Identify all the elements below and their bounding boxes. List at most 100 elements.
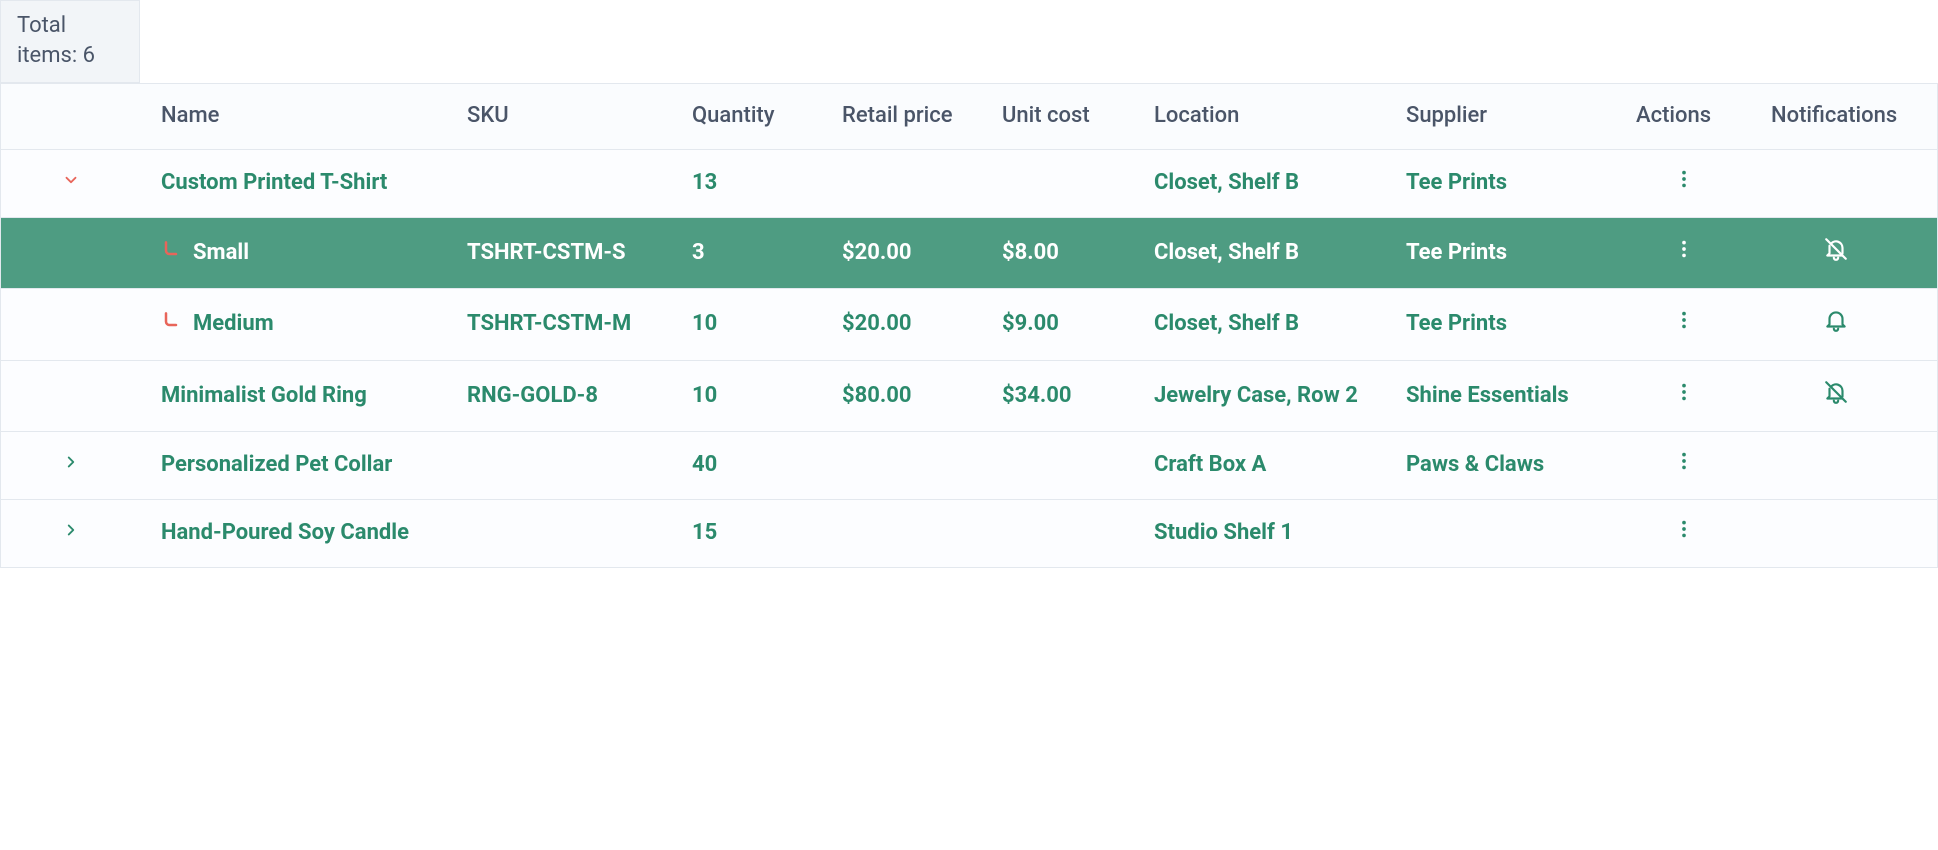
name-cell[interactable]: Small [141,221,447,286]
quantity-value: 15 [692,520,717,545]
unit-cost-cell [982,448,1134,484]
unit-cost-cell: $8.00 [982,221,1134,286]
name-cell[interactable]: Personalized Pet Collar [141,433,447,498]
sku-cell [447,515,672,551]
quantity-value: 10 [692,311,717,336]
location-cell: Studio Shelf 1 [1134,501,1386,566]
location-cell: Closet, Shelf B [1134,292,1386,357]
location-cell: Jewelry Case, Row 2 [1134,364,1386,429]
bell-icon[interactable] [1823,307,1849,342]
chevron-down-icon[interactable] [62,169,80,198]
total-items-badge: Total items: 6 [0,0,140,83]
expand-cell[interactable] [1,433,141,498]
supplier-value: Paws & Claws [1406,452,1544,477]
col-location[interactable]: Location [1134,84,1386,149]
unit-cost-cell [982,165,1134,201]
quantity-value: 10 [692,383,717,408]
sku-value: TSHRT-CSTM-S [467,240,626,265]
actions-cell [1616,500,1751,567]
location-value: Closet, Shelf B [1154,311,1299,336]
supplier-value: Shine Essentials [1406,383,1569,408]
retail-price-cell: $20.00 [822,221,982,286]
child-arrow-icon [161,310,181,339]
more-actions-icon[interactable] [1673,238,1695,269]
col-actions: Actions [1616,84,1751,149]
table-header-row: Name SKU Quantity Retail price Unit cost… [1,83,1937,150]
retail-price-cell [822,448,982,484]
table-row[interactable]: Small TSHRT-CSTM-S3$20.00$8.00Closet, Sh… [1,218,1937,290]
table-row[interactable]: Minimalist Gold Ring RNG-GOLD-8 10 $80.00 $3… [1,361,1937,433]
location-value: Studio Shelf 1 [1154,520,1293,545]
quantity-value: 3 [692,240,705,265]
sku-value: RNG-GOLD-8 [467,383,598,408]
actions-cell [1616,432,1751,499]
table-row[interactable]: Personalized Pet Collar40Craft Box APaws… [1,432,1937,500]
location-value: Craft Box A [1154,452,1266,477]
supplier-cell: Tee Prints [1386,292,1616,357]
retail-price-value: $20.00 [842,240,912,265]
product-name: Personalized Pet Collar [161,452,392,477]
notifications-cell [1751,165,1921,201]
sku-value: TSHRT-CSTM-M [467,311,631,336]
location-value: Closet, Shelf B [1154,170,1299,195]
unit-cost-value: $34.00 [1002,383,1072,408]
notifications-cell [1751,361,1921,432]
notifications-cell [1751,448,1921,484]
sku-cell: RNG-GOLD-8 [447,364,672,429]
expand-cell[interactable] [1,501,141,566]
supplier-cell: Shine Essentials [1386,364,1616,429]
quantity-cell: 10 [672,364,822,429]
expand-cell[interactable] [1,151,141,216]
table-row[interactable]: Hand-Poured Soy Candle 15 Studio Shelf 1 [1,500,1937,568]
more-actions-icon[interactable] [1673,168,1695,199]
sku-cell: TSHRT-CSTM-S [447,221,672,286]
table-row[interactable]: Custom Printed T-Shirt13Closet, Shelf BT… [1,150,1937,218]
name-cell[interactable]: Custom Printed T-Shirt [141,151,447,216]
col-unit-cost[interactable]: Unit cost [982,84,1134,149]
col-name[interactable]: Name [141,84,447,149]
col-sku[interactable]: SKU [447,84,672,149]
more-actions-icon[interactable] [1673,381,1695,412]
col-expand [1,99,141,135]
quantity-cell: 15 [672,501,822,566]
actions-cell [1616,150,1751,217]
retail-price-cell [822,165,982,201]
col-notifications: Notifications [1751,84,1921,149]
expand-cell [1,235,141,271]
col-supplier[interactable]: Supplier [1386,84,1616,149]
location-value: Jewelry Case, Row 2 [1154,383,1358,408]
more-actions-icon[interactable] [1673,309,1695,340]
notifications-cell [1751,218,1921,289]
retail-price-cell: $20.00 [822,292,982,357]
supplier-cell: Tee Prints [1386,221,1616,286]
retail-price-value: $80.00 [842,383,912,408]
chevron-right-icon[interactable] [62,519,80,548]
col-retail-price[interactable]: Retail price [822,84,982,149]
sku-cell [447,165,672,201]
expand-cell [1,378,141,414]
name-cell[interactable]: Minimalist Gold Ring [141,364,447,429]
name-cell[interactable]: Medium [141,292,447,357]
supplier-value: Tee Prints [1406,240,1507,265]
col-quantity[interactable]: Quantity [672,84,822,149]
quantity-cell: 3 [672,221,822,286]
more-actions-icon[interactable] [1673,518,1695,549]
product-name: Small [193,239,249,268]
product-name: Custom Printed T-Shirt [161,170,387,195]
table-row[interactable]: Medium TSHRT-CSTM-M 10 $20.00 $9.00 Closet, … [1,289,1937,361]
supplier-cell: Tee Prints [1386,151,1616,216]
bell-off-icon[interactable] [1823,379,1849,414]
retail-price-value: $20.00 [842,311,912,336]
bell-off-icon[interactable] [1823,236,1849,271]
actions-cell [1616,363,1751,430]
chevron-right-icon[interactable] [62,451,80,480]
unit-cost-value: $9.00 [1002,311,1059,336]
unit-cost-cell: $9.00 [982,292,1134,357]
supplier-cell: Paws & Claws [1386,433,1616,498]
more-actions-icon[interactable] [1673,450,1695,481]
supplier-value: Tee Prints [1406,170,1507,195]
supplier-value: Tee Prints [1406,311,1507,336]
name-cell[interactable]: Hand-Poured Soy Candle [141,501,447,566]
location-cell: Craft Box A [1134,433,1386,498]
unit-cost-cell: $34.00 [982,364,1134,429]
